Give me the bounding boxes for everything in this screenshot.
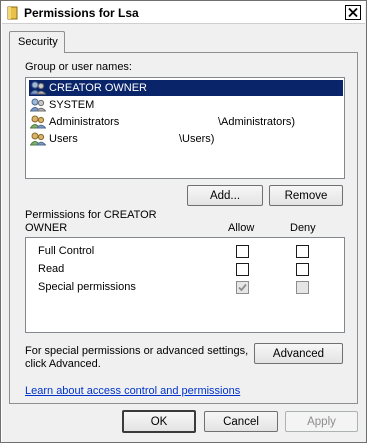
- title-bar[interactable]: Permissions for Lsa: [2, 2, 365, 24]
- permission-name: Full Control: [38, 245, 95, 257]
- remove-button[interactable]: Remove: [269, 185, 343, 206]
- permission-row: Full Control: [38, 244, 338, 260]
- list-item-name: Administrators: [49, 116, 120, 128]
- permission-row: Read: [38, 262, 338, 278]
- permissions-label-line2: OWNER: [25, 222, 68, 234]
- list-item-name: CREATOR OWNER: [49, 82, 147, 94]
- permissions-dialog: Permissions for Lsa Security Group or us…: [0, 0, 367, 443]
- checkmark-icon: [238, 283, 247, 292]
- users-icon: [30, 115, 46, 129]
- deny-column-header: Deny: [290, 222, 316, 234]
- close-button[interactable]: [345, 5, 361, 20]
- permission-name: Special permissions: [38, 281, 136, 293]
- permissions-label-line1: Permissions for CREATOR: [25, 209, 157, 221]
- deny-checkbox[interactable]: [296, 263, 309, 276]
- list-item-domain: \Users): [179, 133, 215, 145]
- list-item-domain: \Administrators): [218, 116, 296, 128]
- apply-button[interactable]: Apply: [285, 411, 358, 432]
- group-list-label: Group or user names:: [25, 61, 132, 73]
- allow-checkbox: [236, 281, 249, 294]
- list-item[interactable]: CREATOR OWNER: [29, 80, 343, 96]
- help-link[interactable]: Learn about access control and permissio…: [25, 385, 240, 397]
- list-item[interactable]: SYSTEM: [29, 97, 343, 113]
- tab-security[interactable]: Security: [9, 31, 65, 53]
- list-item-name: SYSTEM: [49, 99, 95, 111]
- ok-button[interactable]: OK: [122, 410, 196, 433]
- users-icon: [30, 81, 46, 95]
- advanced-text-line2: click Advanced.: [25, 358, 101, 370]
- group-user-list[interactable]: CREATOR OWNER SYSTEM Administrators \Adm…: [25, 77, 345, 179]
- advanced-text-line1: For special permissions or advanced sett…: [25, 345, 249, 357]
- deny-checkbox: [296, 281, 309, 294]
- permissions-list: Full Control Read Special permissions: [25, 237, 345, 333]
- allow-column-header: Allow: [228, 222, 255, 234]
- window-title: Permissions for Lsa: [24, 6, 139, 20]
- users-icon: [30, 98, 46, 112]
- list-item[interactable]: Administrators \Administrators): [29, 114, 343, 130]
- permission-row: Special permissions: [38, 280, 338, 296]
- allow-checkbox[interactable]: [236, 245, 249, 258]
- cancel-button[interactable]: Cancel: [204, 411, 278, 432]
- list-item[interactable]: Users \Users): [29, 131, 343, 147]
- allow-checkbox[interactable]: [236, 263, 249, 276]
- advanced-button[interactable]: Advanced: [254, 343, 343, 364]
- permission-name: Read: [38, 263, 65, 275]
- close-icon: [348, 8, 358, 17]
- users-icon: [30, 132, 46, 146]
- list-item-name: Users: [49, 133, 78, 145]
- deny-checkbox[interactable]: [296, 245, 309, 258]
- lock-icon: [7, 6, 18, 20]
- add-button[interactable]: Add...: [187, 185, 263, 206]
